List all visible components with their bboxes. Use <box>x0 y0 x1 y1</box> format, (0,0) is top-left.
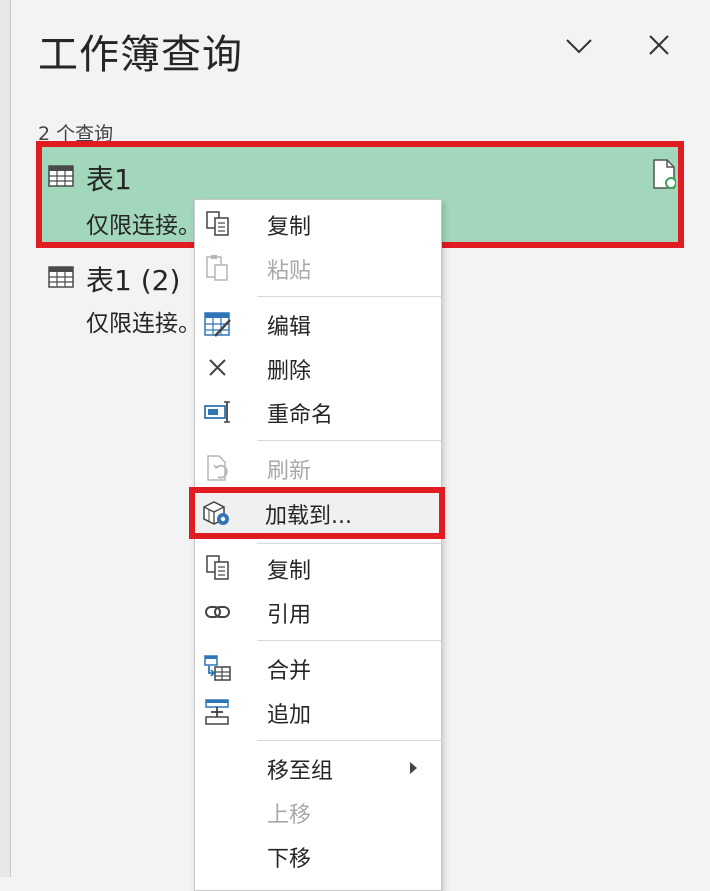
menu-item-move-up[interactable]: 上移 <box>195 790 441 834</box>
delete-x-icon <box>209 359 226 376</box>
menu-item-label: 复制 <box>267 215 312 240</box>
pane-left-edge <box>0 0 11 877</box>
menu-separator <box>257 740 441 741</box>
query-status: 仅限连接。 <box>86 311 201 337</box>
menu-separator <box>257 640 441 641</box>
menu-item-move-down[interactable]: 下移 <box>195 834 441 878</box>
menu-item-paste[interactable]: 粘贴 <box>195 246 441 290</box>
menu-item-copy[interactable]: 复制 <box>195 202 441 246</box>
menu-item-load-to[interactable]: 加载到... <box>189 487 445 539</box>
menu-item-label: 重命名 <box>267 403 334 428</box>
append-icon <box>205 699 229 725</box>
reference-link-icon <box>205 606 230 618</box>
close-icon <box>649 35 669 55</box>
menu-item-label: 引用 <box>267 603 312 628</box>
menu-item-rename[interactable]: 重命名 <box>195 390 441 434</box>
context-menu: 复制 粘贴 编辑 删除 重命名 刷新 加载到... 复制 引用 合并 追加 移至… <box>189 199 445 891</box>
menu-separator <box>257 543 441 544</box>
menu-item-label: 下移 <box>267 847 312 872</box>
menu-item-edit[interactable]: 编辑 <box>195 302 441 346</box>
collapse-pane-button[interactable] <box>562 28 596 62</box>
refresh-icon <box>207 455 228 481</box>
duplicate-icon <box>206 555 229 580</box>
connection-file-icon <box>653 159 676 189</box>
menu-separator <box>257 296 441 297</box>
menu-separator <box>257 440 441 441</box>
menu-item-merge[interactable]: 合并 <box>195 646 441 690</box>
menu-item-label: 加载到... <box>265 504 352 529</box>
menu-item-duplicate[interactable]: 复制 <box>195 546 441 590</box>
table-icon <box>48 266 74 288</box>
pane-title: 工作簿查询 <box>38 32 243 78</box>
menu-item-label: 编辑 <box>267 315 312 340</box>
load-to-icon <box>203 501 229 525</box>
query-name: 表1 <box>86 163 132 196</box>
merge-icon <box>204 655 231 681</box>
menu-item-label: 粘贴 <box>267 259 312 284</box>
menu-item-move-to-group[interactable]: 移至组 <box>195 746 441 790</box>
menu-item-label: 删除 <box>267 359 312 384</box>
chevron-down-icon <box>566 39 592 54</box>
menu-item-label: 上移 <box>267 803 312 828</box>
menu-item-reference[interactable]: 引用 <box>195 590 441 634</box>
menu-item-append[interactable]: 追加 <box>195 690 441 734</box>
submenu-arrow-icon <box>410 762 417 774</box>
query-status: 仅限连接。 <box>86 213 201 239</box>
menu-item-label: 复制 <box>267 559 312 584</box>
menu-item-refresh[interactable]: 刷新 <box>195 446 441 490</box>
menu-item-label: 追加 <box>267 703 312 728</box>
menu-item-label: 刷新 <box>267 459 312 484</box>
menu-item-delete[interactable]: 删除 <box>195 346 441 390</box>
copy-icon <box>206 211 229 236</box>
table-icon <box>48 165 74 187</box>
paste-icon <box>206 255 228 281</box>
edit-table-icon <box>204 312 231 337</box>
rename-icon <box>204 401 230 423</box>
query-name: 表1 (2) <box>86 264 181 297</box>
menu-item-label: 移至组 <box>267 759 334 784</box>
menu-item-label: 合并 <box>267 659 312 684</box>
close-pane-button[interactable] <box>642 28 676 62</box>
